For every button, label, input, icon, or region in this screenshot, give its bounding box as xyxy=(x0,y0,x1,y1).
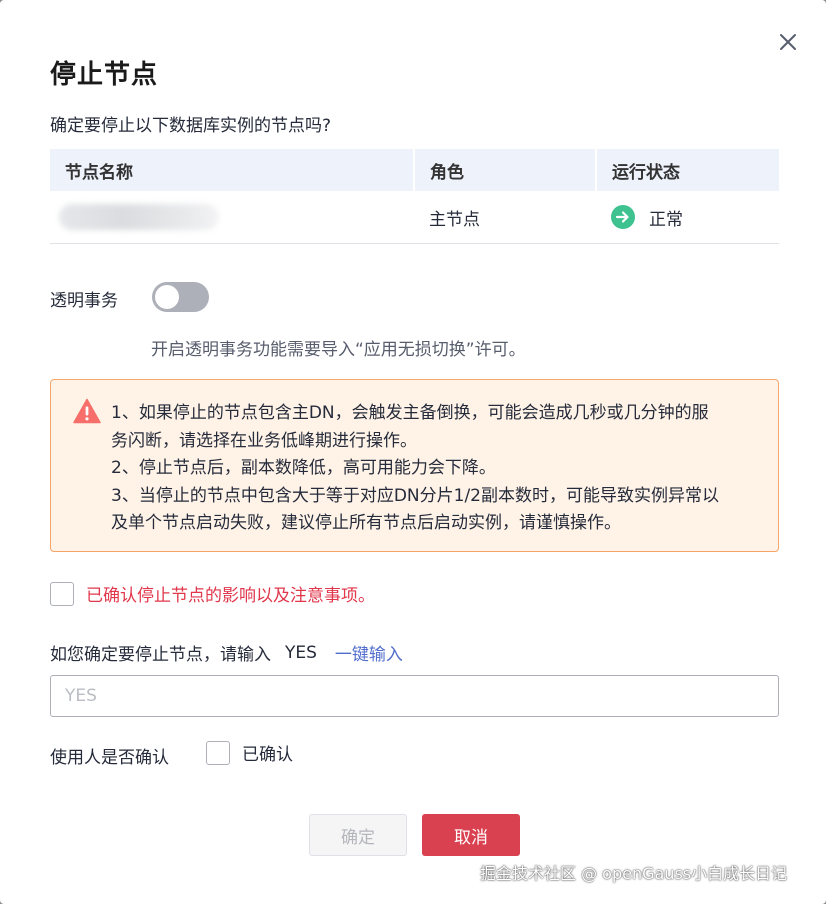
status-text: 正常 xyxy=(649,209,683,230)
running-arrow-icon xyxy=(611,205,635,229)
alert-line: 及单个节点启动失败，建议停止所有节点后启动实例，请谨慎操作。 xyxy=(111,513,621,533)
ack-checkbox[interactable] xyxy=(50,581,74,606)
column-header-role: 角色 xyxy=(414,149,597,191)
ack-checkbox-row[interactable]: 已确认停止节点的影响以及注意事项。 xyxy=(50,581,375,606)
warning-alert: 1、如果停止的节点包含主DN，会触发主备倒换，可能会造成几秒或几分钟的服 务闪断… xyxy=(50,379,779,552)
column-header-node-name: 节点名称 xyxy=(50,149,415,191)
close-icon xyxy=(780,34,796,50)
one-click-input-link[interactable]: 一键输入 xyxy=(335,640,403,665)
column-header-status: 运行状态 xyxy=(596,149,779,191)
alert-line: 1、如果停止的节点包含主DN，会触发主备倒换，可能会造成几秒或几分钟的服 xyxy=(111,403,709,423)
user-confirm-checkbox[interactable] xyxy=(206,740,230,765)
node-table: 节点名称 角色 运行状态 主节点 正常 xyxy=(50,149,779,244)
ack-label: 已确认停止节点的影响以及注意事项。 xyxy=(86,586,375,606)
transparent-tx-toggle[interactable] xyxy=(152,282,209,312)
alert-line: 2、停止节点后，副本数降低，高可用能力会下降。 xyxy=(111,458,496,478)
toggle-knob xyxy=(155,285,179,309)
ok-button[interactable]: 确定 xyxy=(309,814,407,856)
confirm-prompt: 如您确定要停止节点，请输入 YES 一键输入 xyxy=(50,640,403,666)
confirm-input[interactable] xyxy=(50,675,779,717)
watermark: 掘金技术社区 @ openGauss小白成长日记 xyxy=(480,864,788,883)
node-name-cell xyxy=(50,191,414,244)
status-cell: 正常 xyxy=(596,191,779,244)
alert-line: 务闪断，请选择在业务低峰期进行操作。 xyxy=(111,430,417,451)
user-confirm-checkbox-row[interactable]: 已确认 xyxy=(206,740,293,765)
stop-node-dialog: 停止节点 确定要停止以下数据库实例的节点吗? 节点名称 角色 运行状态 主节点 xyxy=(0,0,826,904)
transparent-tx-label: 透明事务 xyxy=(50,291,118,311)
close-button[interactable] xyxy=(774,28,802,56)
confirm-keyword: YES xyxy=(285,642,317,663)
transparent-tx-hint: 开启透明事务功能需要导入“应用无损切换”许可。 xyxy=(151,340,526,360)
alert-line: 3、当停止的节点中包含大于等于对应DN分片1/2副本数时，可能导致实例异常以 xyxy=(111,485,719,506)
table-header-row: 节点名称 角色 运行状态 xyxy=(50,149,779,191)
user-confirm-checkbox-label: 已确认 xyxy=(242,745,293,765)
dialog-title: 停止节点 xyxy=(50,60,159,90)
dialog-question: 确定要停止以下数据库实例的节点吗? xyxy=(50,116,332,136)
user-confirm-label: 使用人是否确认 xyxy=(50,748,169,768)
table-row: 主节点 正常 xyxy=(50,191,779,244)
role-cell: 主节点 xyxy=(414,191,596,244)
cancel-button[interactable]: 取消 xyxy=(422,814,520,856)
redacted-node-name xyxy=(59,204,219,230)
confirm-prompt-text: 如您确定要停止节点，请输入 xyxy=(50,645,271,665)
warning-icon xyxy=(73,398,101,424)
